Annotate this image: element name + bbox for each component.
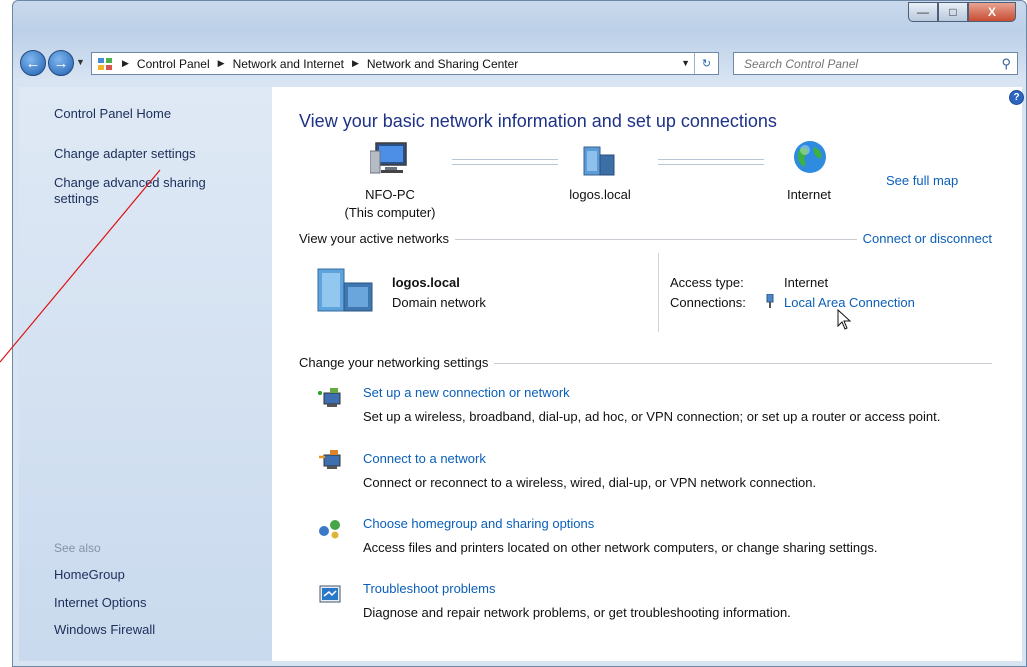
see-full-map-link[interactable]: See full map: [886, 173, 958, 188]
maximize-button[interactable]: □: [938, 2, 968, 22]
internet-label: Internet: [786, 187, 832, 202]
search-icon[interactable]: ⚲: [1001, 56, 1011, 72]
close-button[interactable]: X: [968, 2, 1016, 22]
change-advanced-sharing-link-line1[interactable]: Change advanced sharing: [54, 175, 206, 190]
new-connection-icon: [318, 387, 342, 409]
back-button[interactable]: ←: [20, 50, 46, 76]
control-panel-icon: [96, 56, 114, 72]
troubleshoot-icon: [318, 584, 342, 606]
connect-network-icon: [318, 449, 342, 471]
homegroup-sharing-icon: [318, 517, 342, 539]
homegroup-sharing-options-desc: Access files and printers located on oth…: [363, 540, 878, 555]
minimize-button[interactable]: —: [908, 2, 938, 22]
map-connection-line: [658, 159, 764, 165]
homegroup-sharing-options-link[interactable]: Choose homegroup and sharing options: [363, 516, 594, 531]
refresh-icon[interactable]: ↻: [694, 53, 718, 74]
breadcrumb-network-and-internet[interactable]: Network and Internet: [233, 57, 344, 71]
breadcrumb-arrow-icon[interactable]: ▶: [352, 58, 359, 69]
computer-sub-label: (This computer): [344, 205, 436, 220]
recent-pages-dropdown[interactable]: ▼: [76, 57, 85, 67]
network-name: logos.local: [392, 275, 460, 290]
computer-icon: [369, 141, 410, 177]
control-panel-window: — □ X ← → ▼ ▶ Control Panel ▶ Network an…: [12, 0, 1027, 667]
connect-to-network-link[interactable]: Connect to a network: [363, 451, 486, 466]
troubleshoot-problems-link[interactable]: Troubleshoot problems: [363, 581, 495, 596]
domain-network-icon: [582, 143, 618, 177]
change-settings-heading: Change your networking settings: [299, 355, 495, 370]
setup-new-connection-desc: Set up a wireless, broadband, dial-up, a…: [363, 409, 941, 424]
breadcrumb-arrow-icon[interactable]: ▶: [122, 58, 129, 69]
active-networks-heading: View your active networks: [299, 231, 456, 246]
local-area-connection-link[interactable]: Local Area Connection: [784, 295, 915, 310]
navigation-bar: ← → ▼ ▶ Control Panel ▶ Network and Inte…: [13, 47, 1027, 79]
internet-globe-icon: [792, 139, 828, 175]
access-type-value: Internet: [784, 275, 829, 290]
control-panel-home-link[interactable]: Control Panel Home: [54, 106, 171, 121]
network-type: Domain network: [392, 295, 486, 310]
mouse-cursor-icon: [837, 308, 853, 331]
map-connection-line: [452, 159, 558, 165]
change-advanced-sharing-link-line2[interactable]: settings: [54, 191, 99, 206]
address-bar[interactable]: ▶ Control Panel ▶ Network and Internet ▶…: [91, 52, 719, 75]
domain-network-building-icon: [316, 267, 376, 313]
screenshot-frame: — □ X ← → ▼ ▶ Control Panel ▶ Network an…: [0, 0, 1027, 667]
windows-firewall-link[interactable]: Windows Firewall: [54, 622, 155, 637]
domain-name-label: logos.local: [569, 187, 631, 202]
breadcrumb-control-panel[interactable]: Control Panel: [137, 57, 210, 71]
change-adapter-settings-link[interactable]: Change adapter settings: [54, 146, 196, 161]
main-content: ? View your basic network information an…: [272, 87, 1024, 661]
connect-or-disconnect-link[interactable]: Connect or disconnect: [856, 231, 992, 246]
help-icon[interactable]: ?: [1009, 90, 1024, 105]
breadcrumb-network-and-sharing-center[interactable]: Network and Sharing Center: [367, 57, 518, 71]
caption-buttons: — □ X: [908, 2, 1016, 22]
troubleshoot-problems-desc: Diagnose and repair network problems, or…: [363, 605, 791, 620]
search-box[interactable]: ⚲: [733, 52, 1018, 75]
connect-to-network-desc: Connect or reconnect to a wireless, wire…: [363, 475, 817, 490]
network-details-divider: [658, 253, 659, 332]
page-title: View your basic network information and …: [299, 111, 777, 131]
connections-label: Connections:: [670, 295, 746, 310]
ethernet-plug-icon: [765, 293, 775, 308]
access-type-label: Access type:: [670, 275, 744, 290]
forward-button[interactable]: →: [48, 50, 74, 76]
breadcrumb-arrow-icon[interactable]: ▶: [218, 58, 225, 69]
search-input[interactable]: [742, 55, 987, 72]
homegroup-link[interactable]: HomeGroup: [54, 567, 125, 582]
see-also-heading: See also: [54, 541, 101, 555]
setup-new-connection-link[interactable]: Set up a new connection or network: [363, 385, 570, 400]
computer-name-label: NFO-PC: [365, 187, 415, 202]
address-dropdown-icon[interactable]: ▼: [681, 58, 690, 68]
left-task-pane: Control Panel Home Change adapter settin…: [19, 87, 272, 661]
internet-options-link[interactable]: Internet Options: [54, 595, 147, 610]
